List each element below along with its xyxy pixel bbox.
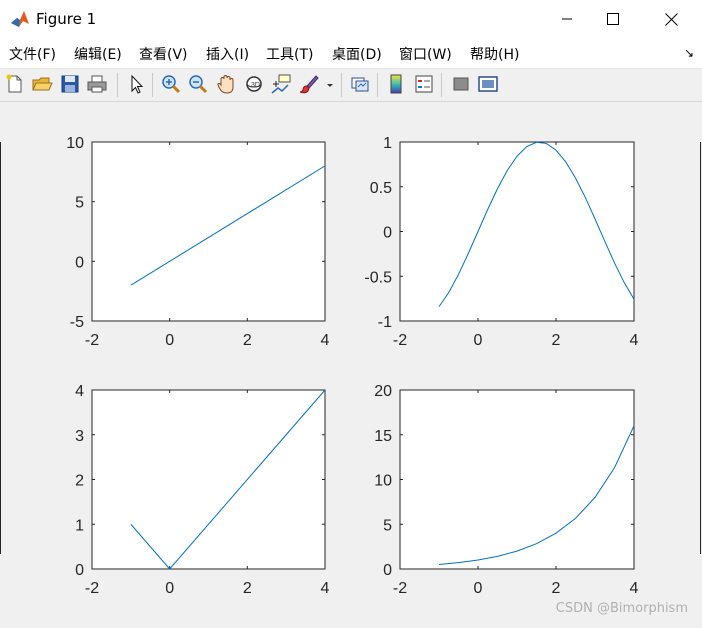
x-tick-label: -2	[393, 332, 407, 349]
axes-4: -2 0 2 405101520	[374, 383, 638, 597]
x-tick-label: 0	[165, 332, 174, 349]
watermark: CSDN @Bimorphism	[555, 601, 688, 616]
y-tick-label: 0	[383, 225, 392, 242]
y-tick-label: 0	[75, 254, 84, 271]
x-tick-label: 4	[630, 332, 639, 349]
y-tick-label: 5	[383, 517, 392, 534]
x-tick-label: 2	[552, 332, 561, 349]
x-tick-label: 4	[321, 332, 330, 349]
y-tick-label: 0	[383, 562, 392, 579]
x-tick-label: -2	[393, 580, 407, 597]
x-tick-label: -2	[85, 332, 99, 349]
y-tick-label: 1	[383, 135, 392, 152]
y-tick-label: 10	[66, 135, 84, 152]
x-tick-label: 0	[474, 580, 483, 597]
x-tick-label: 0	[474, 332, 483, 349]
axes-2: -2 0 2 4 -1 -0.5 0 0.5 1	[364, 135, 638, 349]
x-tick-label: 4	[321, 580, 330, 597]
x-tick-label: 0	[165, 580, 174, 597]
y-tick-label: 3	[75, 428, 84, 445]
y-tick-label: 5	[75, 195, 84, 212]
axes-1: -2 0 2 4 -5 0 5 10	[66, 135, 329, 349]
plot-area	[399, 389, 635, 570]
axes-3: -2 0 2 401234	[75, 383, 329, 597]
y-tick-label: 0.5	[370, 180, 392, 197]
y-tick-label: 1	[75, 517, 84, 534]
plot-area	[91, 141, 326, 322]
y-tick-label: -1	[378, 314, 392, 331]
y-tick-label: -0.5	[364, 269, 392, 286]
x-tick-label: 4	[630, 580, 639, 597]
y-tick-label: 4	[75, 383, 84, 400]
y-tick-label: 2	[75, 473, 84, 490]
plot-area	[399, 141, 635, 322]
x-tick-label: 2	[243, 580, 252, 597]
plot-area	[91, 389, 326, 570]
y-tick-label: 0	[75, 562, 84, 579]
x-tick-label: -2	[85, 580, 99, 597]
y-tick-label: 15	[374, 428, 392, 445]
y-tick-label: 10	[374, 473, 392, 490]
y-tick-label: 20	[374, 383, 392, 400]
x-tick-label: 2	[552, 580, 561, 597]
y-tick-label: -5	[70, 314, 84, 331]
figure-canvas: -2 0 2 4-50510-2 0 2 4-1-0.500.51-2 0 2 401234-2 0…	[66, 135, 638, 597]
x-tick-label: 2	[243, 332, 252, 349]
